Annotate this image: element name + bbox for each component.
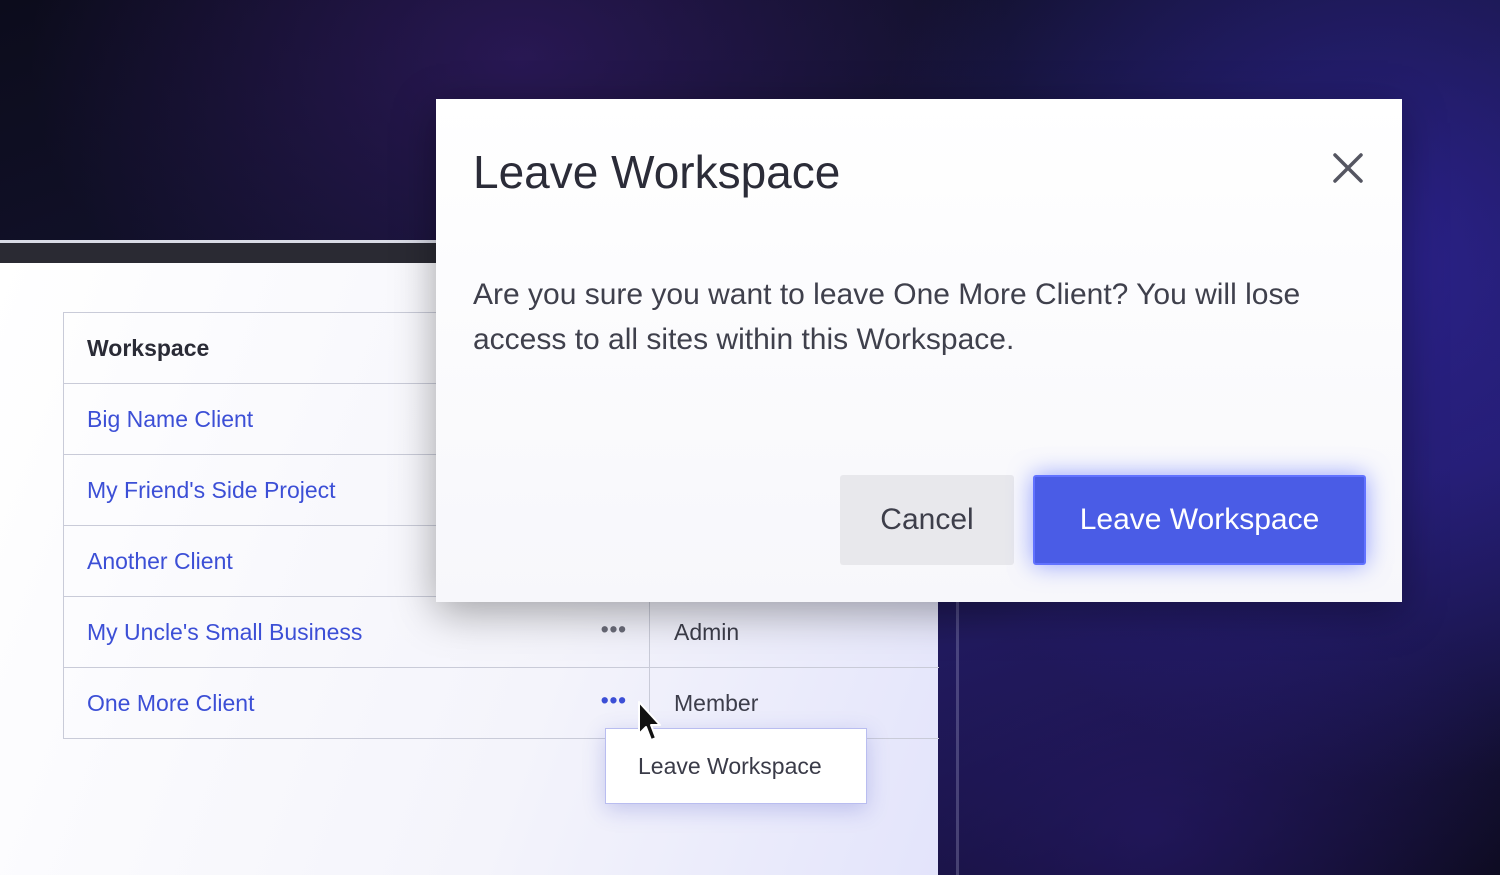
more-options-icon[interactable]: ••• <box>601 687 627 713</box>
column-header-workspace: Workspace <box>87 334 210 361</box>
workspace-link[interactable]: One More Client <box>87 690 254 717</box>
dialog-title: Leave Workspace <box>473 146 841 198</box>
leave-workspace-button[interactable]: Leave Workspace <box>1033 475 1366 565</box>
mouse-cursor-icon <box>638 701 661 741</box>
workspace-name-cell: One More Client ••• <box>64 668 650 738</box>
workspace-link[interactable]: Big Name Client <box>87 406 253 433</box>
more-options-icon[interactable]: ••• <box>601 616 627 642</box>
close-icon[interactable] <box>1331 151 1365 185</box>
workspace-name-cell: My Uncle's Small Business ••• <box>64 597 650 667</box>
role-cell: Admin <box>674 618 740 645</box>
table-row: My Uncle's Small Business ••• Admin <box>64 597 939 668</box>
workspace-link[interactable]: Another Client <box>87 548 233 575</box>
cancel-button[interactable]: Cancel <box>840 475 1014 565</box>
dialog-message: Are you sure you want to leave One More … <box>473 278 1301 356</box>
workspace-link[interactable]: My Friend's Side Project <box>87 477 336 504</box>
workspace-link[interactable]: My Uncle's Small Business <box>87 619 362 646</box>
leave-workspace-dialog: Leave Workspace Are you sure you want to… <box>436 99 1402 602</box>
panel-divider <box>956 600 959 875</box>
menu-item-leave-workspace[interactable]: Leave Workspace <box>638 753 822 780</box>
